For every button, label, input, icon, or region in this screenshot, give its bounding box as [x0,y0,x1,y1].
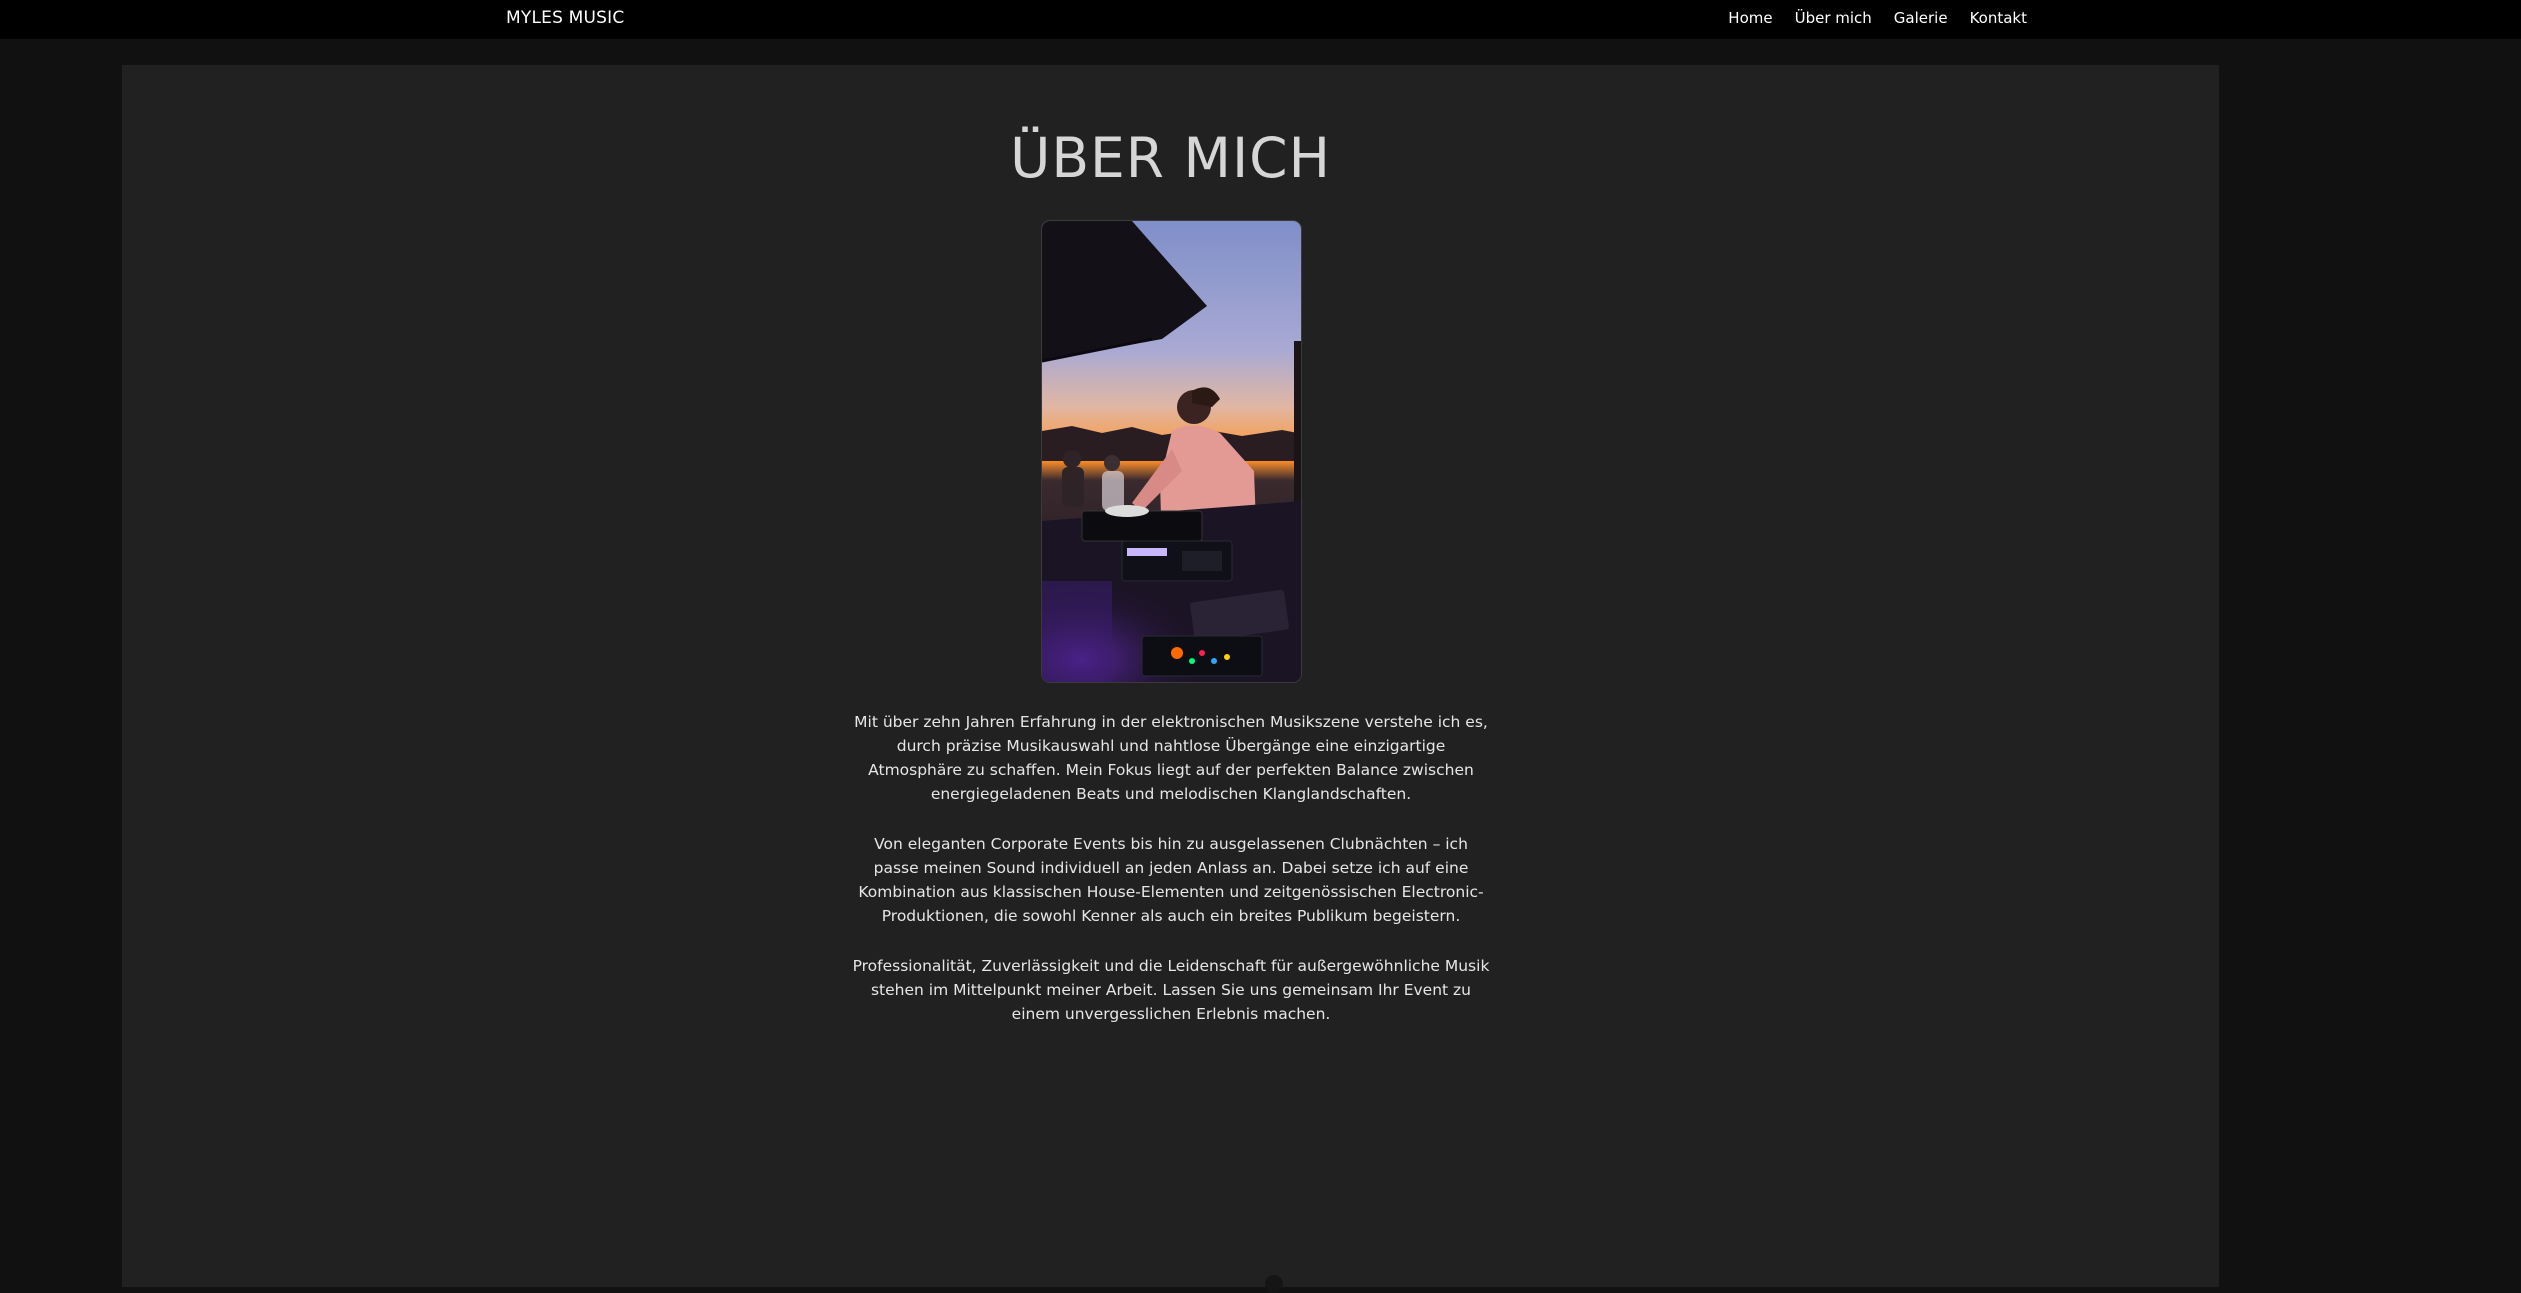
nav-link-galerie[interactable]: Galerie [1894,9,1948,27]
about-paragraph-2: Von eleganten Corporate Events bis hin z… [858,835,1484,925]
main-nav: Home Über mich Galerie Kontakt [1728,9,2027,27]
content-panel: ÜBER MICH Mit über zehn Jahren Erfahrung… [122,65,2219,1293]
about-text: Mit über zehn Jahren Erfahrung in der el… [850,710,1492,1052]
top-navbar: MYLES MUSIC Home Über mich Galerie Konta… [0,0,2521,39]
scroll-indicator [1265,1275,1283,1293]
nav-link-home[interactable]: Home [1728,9,1772,27]
about-paragraph-1: Mit über zehn Jahren Erfahrung in der el… [854,713,1488,803]
about-paragraph-3: Professionalität, Zuverlässigkeit und di… [852,957,1490,1023]
dj-sunset-photo-icon [1042,221,1301,682]
dj-photo [1041,220,1302,683]
nav-link-kontakt[interactable]: Kontakt [1970,9,2027,27]
brand-logo-link[interactable]: MYLES MUSIC [506,8,624,28]
nav-link-ueber-mich[interactable]: Über mich [1795,9,1872,27]
page-title: ÜBER MICH [1010,126,1331,190]
